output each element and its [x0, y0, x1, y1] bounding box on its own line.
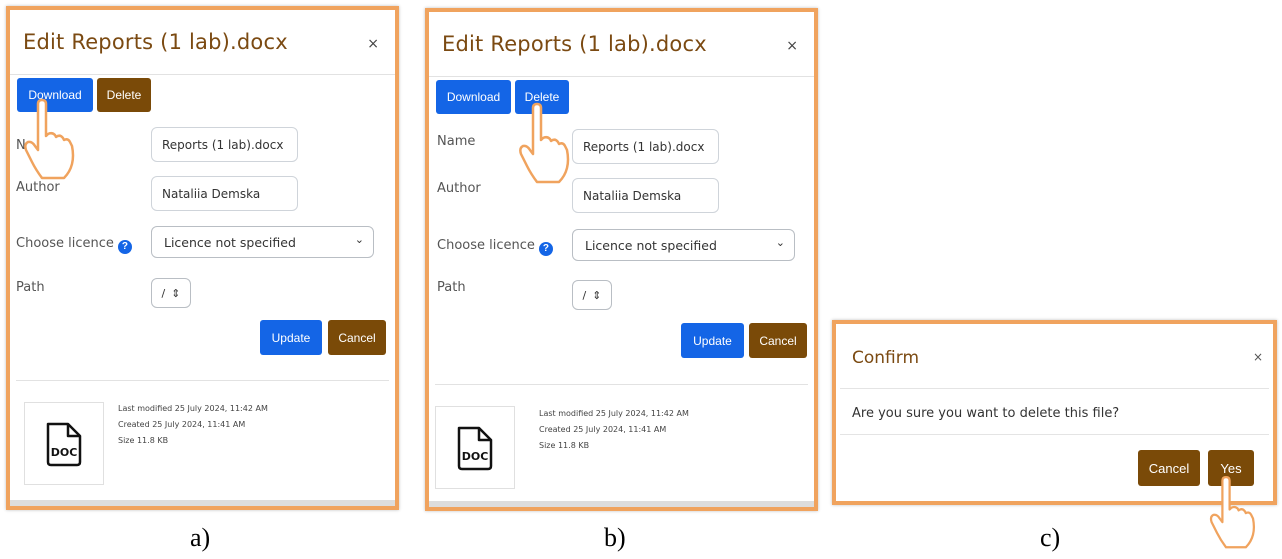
last-modified: Last modified 25 July 2024, 11:42 AM — [118, 404, 268, 413]
dialog-title: Edit Reports (1 lab).docx — [442, 32, 707, 56]
file-thumbnail: DOC — [435, 406, 515, 489]
pointing-hand-icon — [24, 98, 75, 180]
file-metadata: Last modified 25 July 2024, 11:42 AM Cre… — [539, 406, 689, 454]
path-select[interactable]: / ⇕ — [151, 278, 191, 308]
delete-button[interactable]: Delete — [97, 78, 151, 112]
path-select[interactable]: / ⇕ — [572, 280, 612, 310]
header-divider — [840, 388, 1269, 389]
author-label: Author — [437, 181, 481, 196]
licence-label: Choose licence? — [437, 238, 553, 256]
footer-divider — [840, 434, 1269, 435]
help-icon[interactable]: ? — [117, 240, 132, 254]
section-divider — [435, 384, 808, 385]
pointing-hand-icon — [519, 102, 570, 184]
pointing-hand-icon — [1209, 475, 1256, 549]
file-metadata: Last modified 25 July 2024, 11:42 AM Cre… — [118, 401, 268, 449]
name-label: Name — [437, 134, 476, 149]
path-label: Path — [437, 280, 466, 295]
edit-file-dialog-b: Edit Reports (1 lab).docx × Download Del… — [425, 8, 818, 511]
close-icon[interactable]: × — [786, 38, 798, 54]
doc-label: DOC — [462, 450, 489, 463]
cancel-button[interactable]: Cancel — [328, 320, 386, 355]
section-divider — [16, 380, 389, 381]
licence-label-text: Choose licence — [437, 238, 535, 253]
caption-a: a) — [190, 523, 211, 552]
chevron-down-icon: ⌄ — [775, 236, 785, 249]
updown-icon: ⇕ — [592, 288, 602, 302]
last-modified: Last modified 25 July 2024, 11:42 AM — [539, 409, 689, 418]
updown-icon: ⇕ — [171, 286, 181, 300]
cancel-button[interactable]: Cancel — [1138, 450, 1200, 486]
created-date: Created 25 July 2024, 11:41 AM — [118, 420, 246, 429]
licence-select-value: Licence not specified — [585, 237, 717, 253]
dialog-title: Confirm — [852, 348, 920, 368]
licence-select[interactable]: Licence not specified ⌄ — [572, 229, 795, 261]
chevron-down-icon: ⌄ — [354, 233, 364, 246]
file-thumbnail: DOC — [24, 402, 104, 485]
name-field[interactable]: Reports (1 lab).docx — [572, 129, 719, 164]
created-date: Created 25 July 2024, 11:41 AM — [539, 425, 667, 434]
close-icon[interactable]: × — [1253, 350, 1263, 364]
doc-label: DOC — [51, 446, 78, 459]
licence-select[interactable]: Licence not specified ⌄ — [151, 226, 374, 258]
path-value: / — [161, 286, 166, 300]
caption-b: b) — [604, 523, 626, 552]
confirm-message: Are you sure you want to delete this fil… — [852, 406, 1120, 421]
licence-label: Choose licence? — [16, 236, 132, 254]
doc-file-icon: DOC — [457, 426, 493, 470]
licence-select-value: Licence not specified — [164, 234, 296, 250]
update-button[interactable]: Update — [260, 320, 322, 355]
caption-c: c) — [1040, 523, 1061, 552]
author-field[interactable]: Nataliia Demska — [572, 178, 719, 213]
doc-file-icon: DOC — [46, 422, 82, 466]
header-divider — [429, 76, 814, 77]
help-icon[interactable]: ? — [538, 242, 553, 256]
name-field[interactable]: Reports (1 lab).docx — [151, 127, 298, 162]
scrollbar[interactable] — [429, 501, 814, 507]
edit-file-dialog-a: Edit Reports (1 lab).docx × Download Del… — [6, 6, 399, 510]
author-field[interactable]: Nataliia Demska — [151, 176, 298, 211]
cancel-button[interactable]: Cancel — [749, 323, 807, 358]
header-divider — [10, 74, 395, 75]
path-value: / — [582, 288, 587, 302]
file-size: Size 11.8 KB — [118, 436, 169, 445]
close-icon[interactable]: × — [367, 36, 379, 52]
file-size: Size 11.8 KB — [539, 441, 590, 450]
licence-label-text: Choose licence — [16, 236, 114, 251]
scrollbar[interactable] — [10, 500, 395, 506]
dialog-title: Edit Reports (1 lab).docx — [23, 30, 288, 54]
path-label: Path — [16, 280, 45, 295]
update-button[interactable]: Update — [681, 323, 744, 358]
download-button[interactable]: Download — [436, 80, 511, 114]
